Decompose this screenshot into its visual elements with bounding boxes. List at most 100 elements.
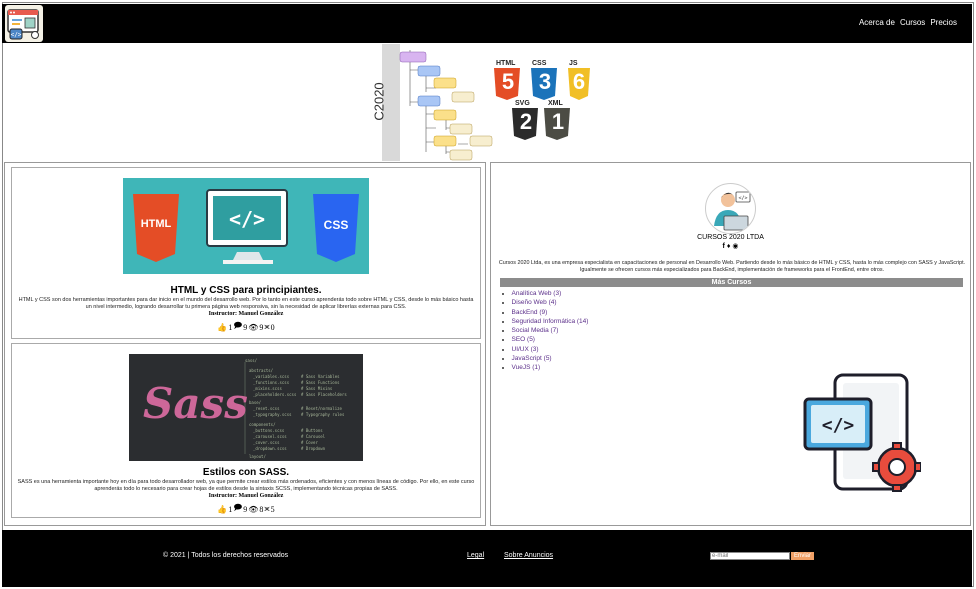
site-footer: © 2021 | Todos los derechos reservados L… xyxy=(2,530,972,587)
svg-text:sass/: sass/ xyxy=(245,358,258,363)
badge-html-icon: 5 xyxy=(501,69,515,94)
like-count: 1 xyxy=(228,322,233,332)
svg-text:_dropdown.scss: _dropdown.scss xyxy=(253,446,287,451)
svg-text:base/: base/ xyxy=(249,400,262,405)
hero-banner: C2020 HTML CSS JS SVG XML 5 3 6 2 1 xyxy=(372,44,594,161)
subscribe-button[interactable]: Enviar xyxy=(791,552,814,560)
course-instructor: Instructor: Manuel González xyxy=(208,311,284,317)
svg-text:</>: </> xyxy=(229,207,265,231)
views-icon: 👁 xyxy=(248,322,259,332)
course-stats: 👍 1 🗩 9 👁 8 ⪤ 5 xyxy=(12,502,480,516)
list-item[interactable]: VueJS (1) xyxy=(502,363,588,372)
svg-text:_placeholders.scss: _placeholders.scss xyxy=(253,392,297,397)
comment-count: 9 xyxy=(243,322,248,332)
list-item[interactable]: Analítica Web (3) xyxy=(502,289,588,298)
list-item[interactable]: SEO (5) xyxy=(502,335,588,344)
main-nav: Acerca de Cursos Precios xyxy=(859,18,957,27)
share-icon[interactable]: ⪤ xyxy=(264,504,269,514)
svg-text:_typography.scss: _typography.scss xyxy=(253,412,292,417)
svg-text:</>: </> xyxy=(738,196,747,202)
svg-text:# Sass Functions: # Sass Functions xyxy=(301,380,340,385)
svg-text:# Buttons: # Buttons xyxy=(301,428,323,433)
svg-text:# Sass Variables: # Sass Variables xyxy=(301,374,340,379)
svg-text:# Cover: # Cover xyxy=(301,440,318,445)
github-icon[interactable]: ◉ xyxy=(732,243,738,250)
badge-css-label: CSS xyxy=(532,60,547,67)
badge-js-icon: 6 xyxy=(572,69,586,94)
svg-text:# Sass Mixins: # Sass Mixins xyxy=(301,386,333,391)
nav-pricing[interactable]: Precios xyxy=(930,18,957,27)
image-css-label: CSS xyxy=(323,218,349,232)
list-item[interactable]: Social Media (7) xyxy=(502,326,588,335)
course-stats: 👍 1 🗩 9 👁 9 ⪤ 0 xyxy=(12,320,480,334)
svg-text:# Carousel: # Carousel xyxy=(301,434,326,439)
share-count: 0 xyxy=(270,322,275,332)
view-count: 8 xyxy=(259,504,264,514)
code-device-illustration: </> xyxy=(803,373,922,493)
course-description: SASS es una herramienta importante hoy e… xyxy=(17,479,475,492)
company-sidebar: </> CURSOS 2020 LTDA f ♦ ◉ Cursos 2020 L… xyxy=(490,162,971,526)
course-title[interactable]: Estilos con SASS. xyxy=(12,467,480,478)
list-item[interactable]: Seguridad Informática (14) xyxy=(502,317,589,326)
courses-panel: </> HTML CSS HTML y CSS para principiant… xyxy=(4,162,486,526)
legal-link[interactable]: Legal xyxy=(467,552,484,559)
course-instructor: Instructor: Manuel González xyxy=(208,493,284,499)
facebook-icon[interactable]: f xyxy=(723,243,725,250)
course-title[interactable]: HTML y CSS para principiantes. xyxy=(12,285,480,296)
svg-text:_carousel.scss: _carousel.scss xyxy=(253,434,287,439)
course-card[interactable]: </> HTML CSS HTML y CSS para principiant… xyxy=(11,167,481,339)
list-item[interactable]: Diseño Web (4) xyxy=(502,298,588,307)
svg-text:_reset.scss: _reset.scss xyxy=(253,406,280,411)
comment-icon[interactable]: 🗩 xyxy=(233,502,242,516)
email-field[interactable] xyxy=(710,552,790,560)
svg-text:# Typography rules: # Typography rules xyxy=(301,412,345,417)
nav-about[interactable]: Acerca de xyxy=(859,18,895,27)
svg-text:</>: </> xyxy=(11,32,22,39)
like-icon[interactable]: 👍 xyxy=(217,505,227,514)
views-icon: 👁 xyxy=(248,504,259,514)
site-logo[interactable]: </> xyxy=(5,5,43,42)
badge-js-label: JS xyxy=(569,60,578,67)
badge-svg-icon: 2 xyxy=(519,109,533,134)
view-count: 9 xyxy=(259,322,264,332)
course-description: HTML y CSS son dos herramientas importan… xyxy=(18,297,474,310)
svg-text:_mixins.scss: _mixins.scss xyxy=(253,386,282,391)
like-count: 1 xyxy=(228,504,233,514)
comment-icon[interactable]: 🗩 xyxy=(233,320,242,334)
svg-text:</>: </> xyxy=(822,415,855,436)
share-icon[interactable]: ⪤ xyxy=(264,322,269,332)
ads-link[interactable]: Sobre Anuncios xyxy=(504,552,553,559)
share-count: 5 xyxy=(270,504,275,514)
svg-text:# Reset/normalize: # Reset/normalize xyxy=(301,406,343,411)
svg-text:layout/: layout/ xyxy=(249,454,266,459)
svg-text:# Dropdown: # Dropdown xyxy=(301,446,326,451)
svg-text:_functions.scss: _functions.scss xyxy=(253,380,290,385)
like-icon[interactable]: 👍 xyxy=(217,323,227,332)
svg-text:abstracts/: abstracts/ xyxy=(249,368,274,373)
more-courses-list: Analítica Web (3) Diseño Web (4) BackEnd… xyxy=(502,289,589,373)
course-image[interactable]: sass/ abstracts/ _variables.scss # Sass V… xyxy=(129,354,363,461)
social-links: f ♦ ◉ xyxy=(491,242,970,250)
twitter-icon[interactable]: ♦ xyxy=(727,243,731,250)
badge-css-icon: 3 xyxy=(538,69,552,94)
list-item[interactable]: JavaScript (5) xyxy=(502,354,588,363)
badge-html-label: HTML xyxy=(496,60,516,67)
banner-title: C2020 xyxy=(371,82,387,121)
course-card[interactable]: sass/ abstracts/ _variables.scss # Sass V… xyxy=(11,343,481,518)
comment-count: 9 xyxy=(243,504,248,514)
copyright-text: © 2021 | Todos los derechos reservados xyxy=(163,552,289,559)
svg-text:# Sass Placeholders: # Sass Placeholders xyxy=(301,392,347,397)
course-image[interactable]: </> HTML CSS xyxy=(123,178,369,274)
company-description: Cursos 2020 Ltda, es una empresa especia… xyxy=(498,260,966,273)
list-item[interactable]: UI/UX (3) xyxy=(502,345,588,354)
svg-text:components/: components/ xyxy=(249,422,276,427)
svg-text:_variables.scss: _variables.scss xyxy=(253,374,290,379)
dom-tree-diagram xyxy=(399,50,493,161)
sass-logo: Sass xyxy=(143,379,248,428)
nav-courses[interactable]: Cursos xyxy=(900,18,925,27)
svg-text:_buttons.scss: _buttons.scss xyxy=(253,428,285,433)
company-name: CURSOS 2020 LTDA xyxy=(697,234,764,241)
company-avatar: </> xyxy=(705,183,756,234)
list-item[interactable]: BackEnd (9) xyxy=(502,308,588,317)
top-navbar: </> Acerca de Cursos Precios xyxy=(2,4,972,43)
